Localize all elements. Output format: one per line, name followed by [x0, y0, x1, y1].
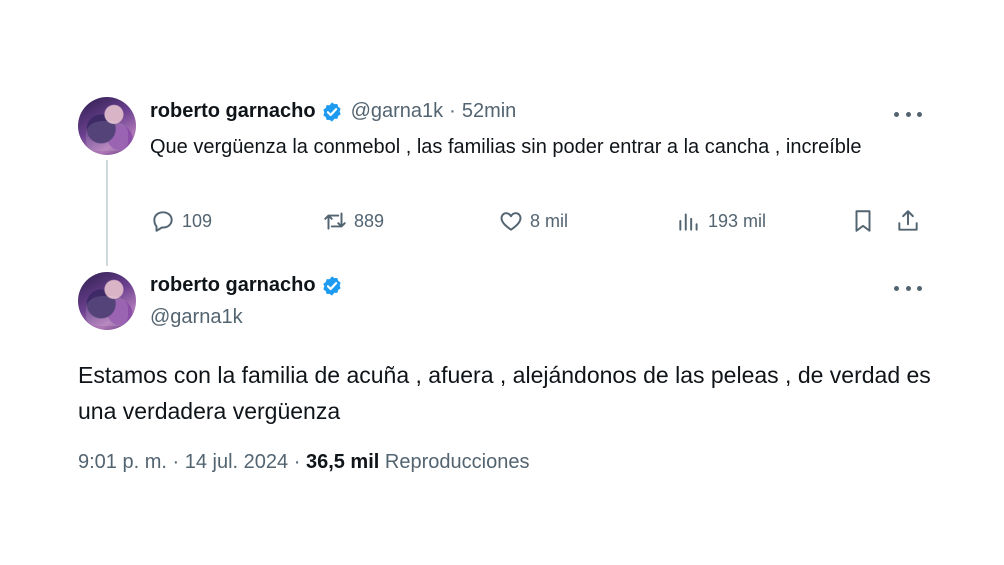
retweet-button[interactable]: 889: [322, 208, 384, 234]
reply-tweet-text: Que vergüenza la conmebol , las familias…: [150, 136, 862, 158]
views-count: 193 mil: [708, 210, 767, 231]
tweet-time[interactable]: 52min: [462, 100, 516, 123]
retweet-count: 889: [354, 210, 385, 231]
views-icon: [679, 213, 698, 231]
verified-badge-icon[interactable]: [321, 101, 343, 123]
more-options-icon[interactable]: [894, 282, 922, 294]
like-count: 8 mil: [530, 210, 569, 231]
bookmark-button[interactable]: [850, 208, 882, 234]
views-button[interactable]: 193 mil: [676, 208, 766, 234]
separator-dot: ·: [449, 100, 456, 122]
avatar[interactable]: [78, 97, 136, 155]
separator-dot: ·: [293, 451, 301, 473]
tweet-time[interactable]: 9:01 p. m.: [78, 451, 167, 473]
reply-button[interactable]: 109: [150, 208, 212, 234]
like-icon: [500, 212, 522, 231]
separator-dot: ·: [172, 451, 180, 473]
bookmark-icon: [855, 210, 871, 232]
main-tweet-text: Estamos con la familia de acuña , afuera…: [78, 362, 931, 424]
reply-icon: [153, 211, 173, 232]
views-label: Reproducciones: [384, 451, 530, 473]
views-count: 36,5 mil: [305, 451, 380, 473]
retweet-icon: [324, 212, 346, 230]
more-options-icon[interactable]: [894, 108, 922, 120]
author-name[interactable]: roberto garnacho: [150, 274, 316, 297]
share-icon: [898, 210, 918, 231]
author-handle[interactable]: @garna1k: [150, 306, 243, 329]
thread-connector-line: [106, 160, 108, 266]
avatar[interactable]: [78, 272, 136, 330]
author-handle[interactable]: @garna1k: [351, 100, 444, 123]
main-tweet-header: roberto garnacho: [150, 274, 351, 297]
like-button[interactable]: 8 mil: [498, 208, 568, 234]
reply-count: 109: [182, 210, 213, 231]
verified-badge-icon[interactable]: [321, 275, 343, 297]
reply-tweet-header: roberto garnacho @garna1k · 52min: [150, 100, 516, 123]
tweet-actions-bar: 109 889 8 mil 193 mil: [150, 208, 925, 238]
tweet-metadata: 9:01 p. m. · 14 jul. 2024 · 36,5 mil Rep…: [78, 451, 529, 474]
tweet-date[interactable]: 14 jul. 2024: [185, 451, 288, 473]
share-button[interactable]: [895, 208, 927, 234]
author-name[interactable]: roberto garnacho: [150, 100, 316, 123]
